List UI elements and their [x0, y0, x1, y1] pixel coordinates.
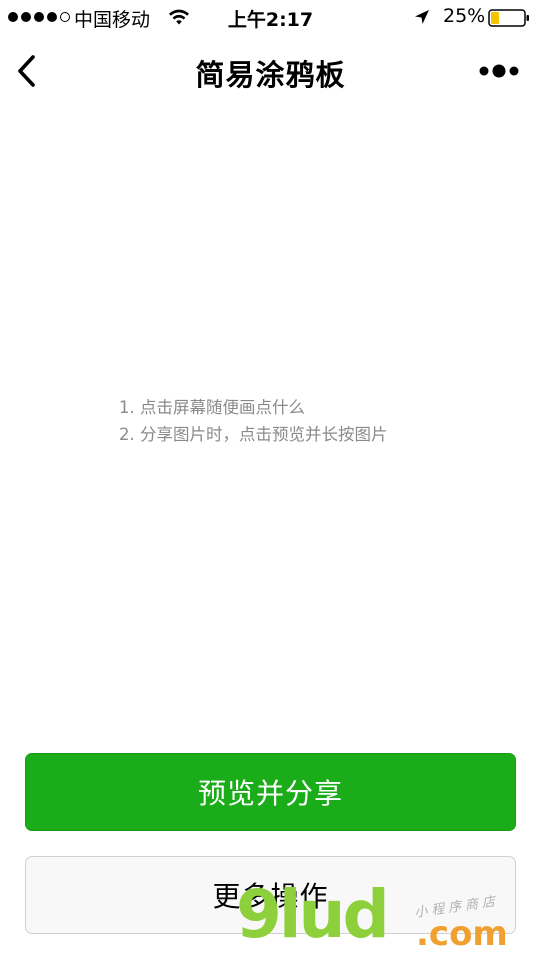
more-options-icon[interactable]: [478, 61, 522, 81]
preview-and-share-button[interactable]: 预览并分享: [25, 753, 516, 831]
status-bar: 中国移动 上午2:17 25%: [0, 0, 541, 36]
app-screen: 中国移动 上午2:17 25% 简易涂鸦板 1. 点击屏幕随便画点什么 2. 分…: [0, 0, 541, 960]
instruction-line-1: 1. 点击屏幕随便画点什么: [119, 398, 305, 417]
instructions: 1. 点击屏幕随便画点什么 2. 分享图片时，点击预览并长按图片: [119, 394, 388, 448]
location-arrow-icon: [415, 10, 429, 24]
more-actions-button[interactable]: 更多操作: [25, 856, 516, 934]
navigation-bar: 简易涂鸦板: [0, 36, 541, 106]
drawing-canvas[interactable]: 1. 点击屏幕随便画点什么 2. 分享图片时，点击预览并长按图片: [0, 106, 541, 746]
battery-percent: 25%: [443, 5, 486, 27]
instruction-line-2: 2. 分享图片时，点击预览并长按图片: [119, 425, 388, 444]
battery-icon: [488, 9, 529, 27]
page-title: 简易涂鸦板: [195, 58, 346, 92]
